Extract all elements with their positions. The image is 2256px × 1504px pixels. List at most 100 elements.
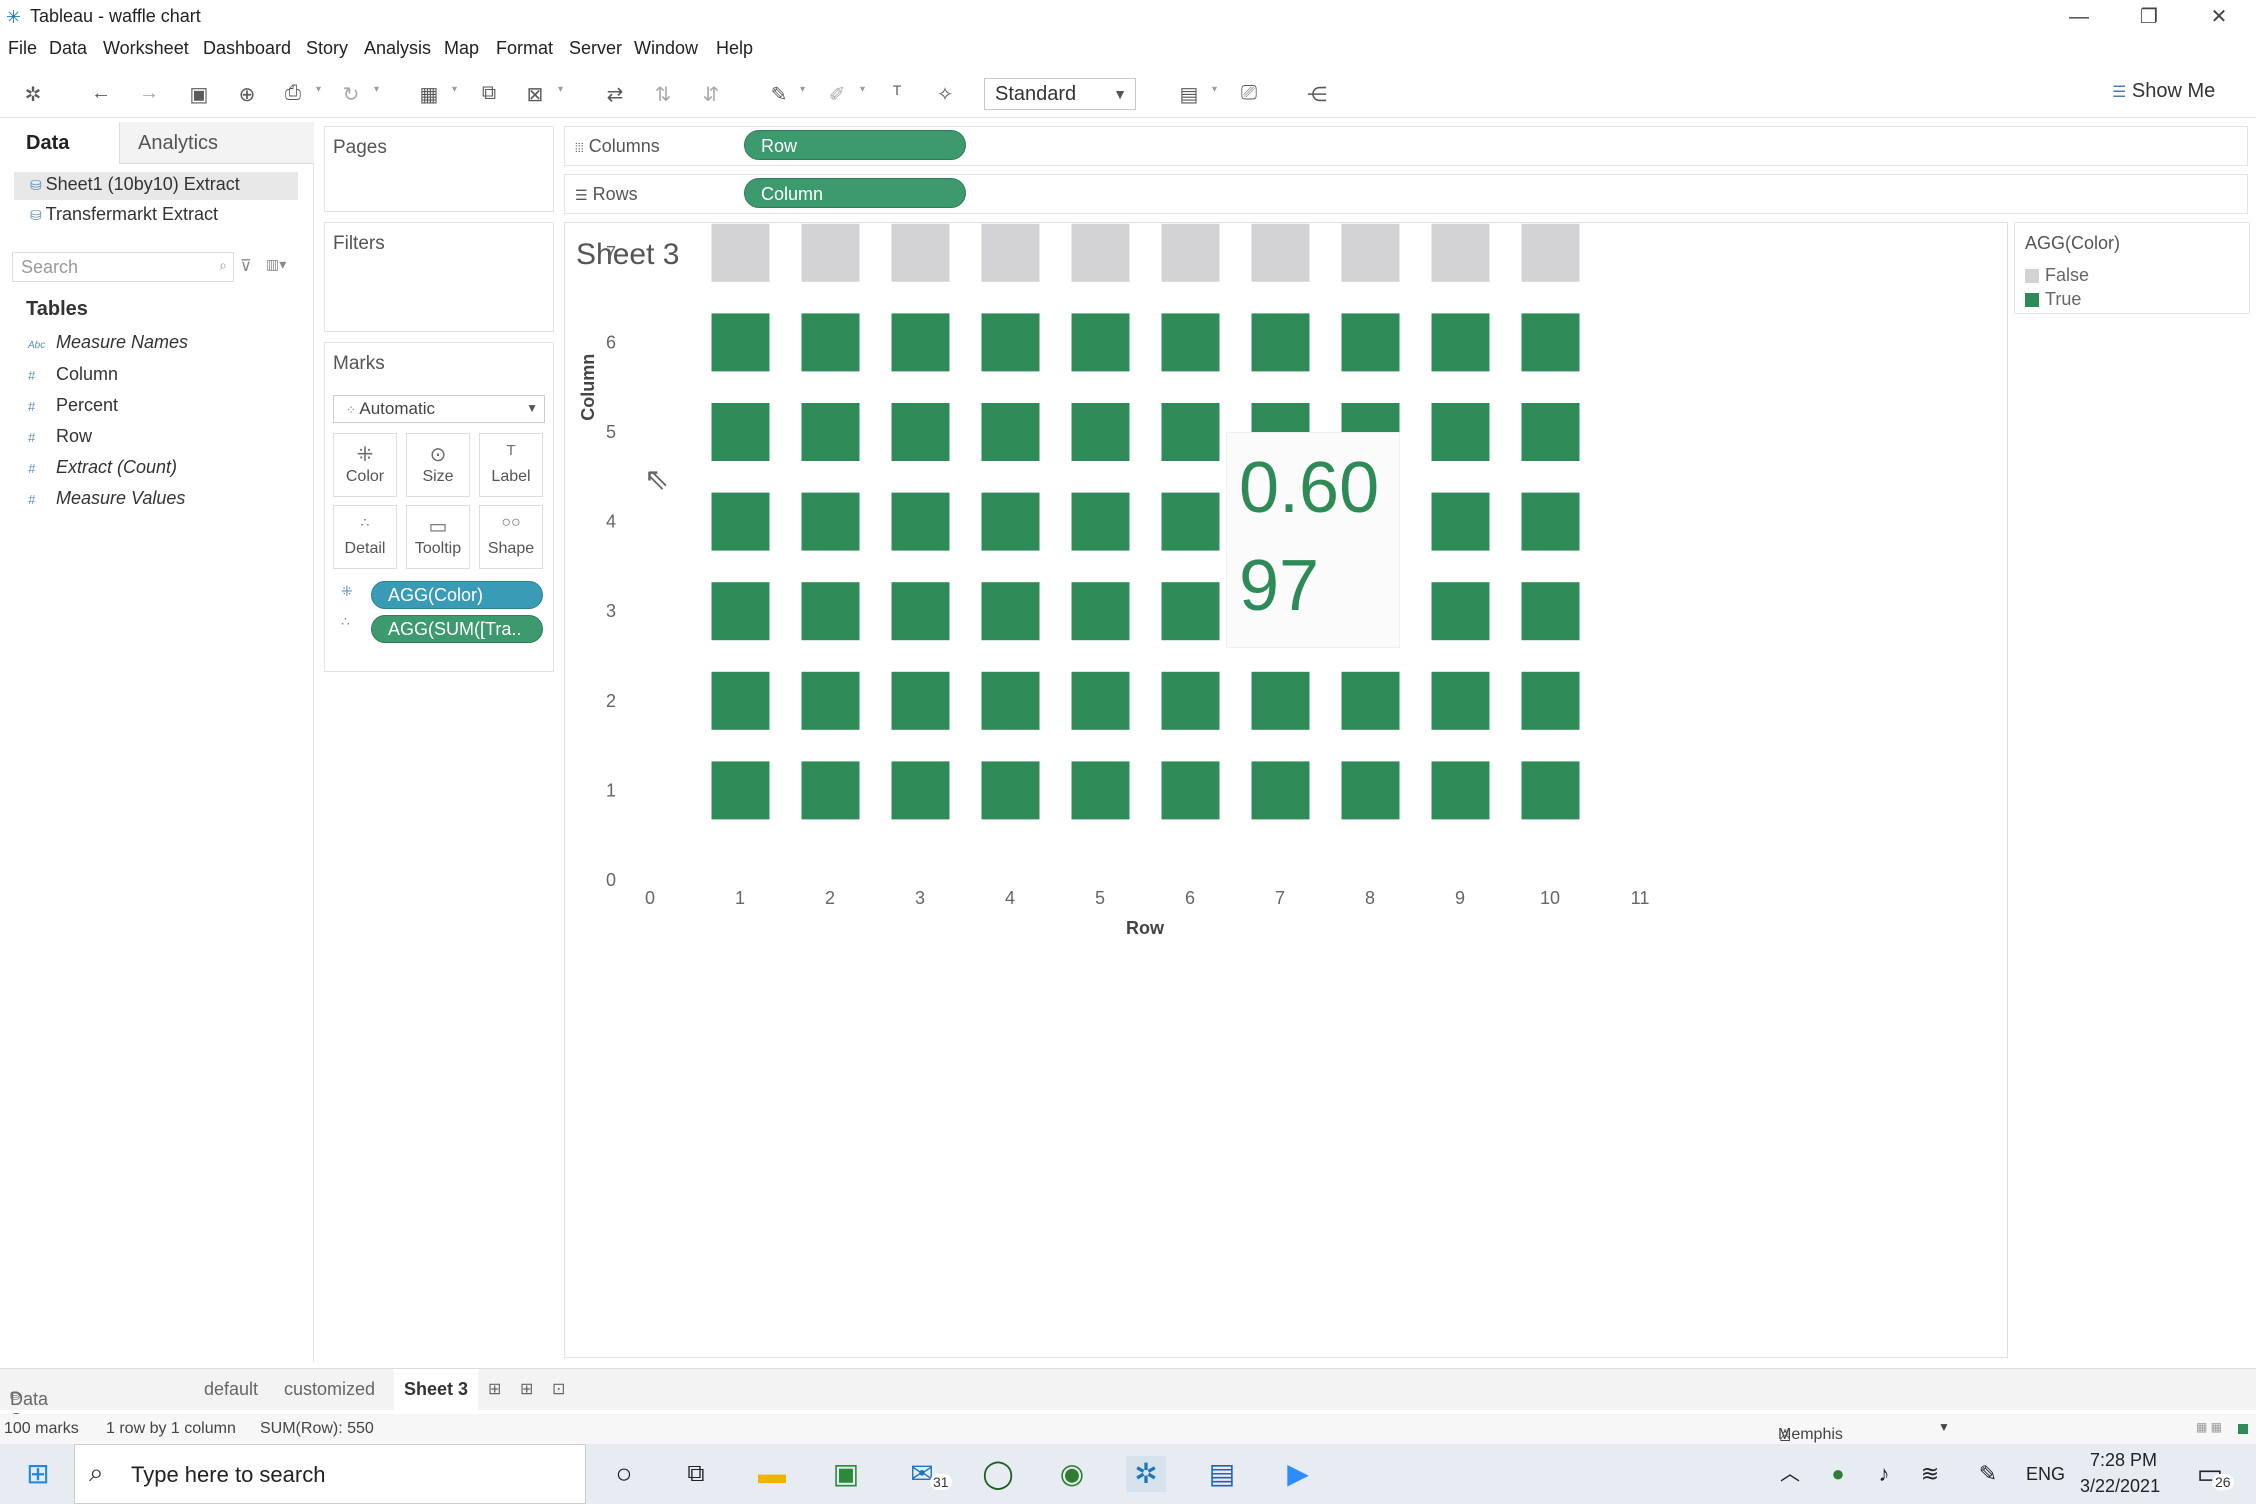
sort-asc-icon[interactable]: ⇅: [650, 82, 676, 107]
clear-sheet-icon[interactable]: ⊠: [522, 82, 548, 107]
menu-server[interactable]: Server: [569, 38, 622, 59]
waffle-cell-true[interactable]: [891, 761, 950, 820]
agg-sum-pill[interactable]: AGG(SUM([Tra..: [371, 615, 543, 643]
labels-icon[interactable]: T: [884, 82, 910, 98]
waffle-cell-true[interactable]: [981, 313, 1040, 372]
waffle-cell-true[interactable]: [1071, 671, 1130, 730]
waffle-cell-true[interactable]: [1071, 582, 1130, 641]
chrome-icon[interactable]: ◉: [1052, 1456, 1092, 1492]
field-percent[interactable]: # Percent: [28, 395, 118, 416]
field-measure-values[interactable]: # Measure Values: [28, 488, 185, 509]
zoom-icon[interactable]: ▶: [1278, 1456, 1318, 1492]
tab-customized[interactable]: customized: [284, 1379, 375, 1400]
waffle-cell-true[interactable]: [1431, 492, 1490, 551]
waffle-cell-true[interactable]: [1161, 492, 1220, 551]
redo-icon[interactable]: →: [136, 82, 162, 105]
tooltip-button[interactable]: ▭ Tooltip: [406, 505, 470, 569]
close-button[interactable]: ✕: [2184, 0, 2254, 34]
waffle-cell-true[interactable]: [1251, 761, 1310, 820]
waffle-cell-false[interactable]: [1071, 223, 1130, 282]
new-datasource-icon[interactable]: ⊕: [234, 82, 260, 107]
waffle-cell-true[interactable]: [801, 403, 860, 461]
waffle-cell-false[interactable]: [711, 223, 770, 282]
waffle-cell-true[interactable]: [981, 582, 1040, 641]
waffle-cell-false[interactable]: [891, 223, 950, 282]
waffle-cell-false[interactable]: [1341, 223, 1400, 282]
fit-dropdown[interactable]: Standard ▼: [984, 78, 1136, 110]
cards-icon[interactable]: ▤: [1176, 82, 1202, 107]
windows-start-icon[interactable]: ⊞: [18, 1456, 58, 1492]
filter-icon[interactable]: ⊽: [240, 256, 252, 276]
taskbar-search[interactable]: ⌕ Type here to search: [74, 1444, 586, 1504]
rows-pill-column[interactable]: Column: [744, 178, 966, 208]
waffle-cell-true[interactable]: [1071, 403, 1130, 461]
datasource-item[interactable]: ⛁ Transfermarkt Extract: [30, 204, 218, 225]
menu-analysis[interactable]: Analysis: [364, 38, 431, 59]
waffle-cell-false[interactable]: [1521, 223, 1580, 282]
waffle-cell-true[interactable]: [801, 761, 860, 820]
waffle-cell-true[interactable]: [711, 671, 770, 730]
waffle-cell-true[interactable]: [1341, 671, 1400, 730]
waffle-cell-true[interactable]: [1071, 313, 1130, 372]
waffle-cell-true[interactable]: [891, 582, 950, 641]
tableau-logo-icon[interactable]: ✲: [20, 82, 46, 107]
waffle-cell-true[interactable]: [801, 582, 860, 641]
waffle-cell-true[interactable]: [1161, 313, 1220, 372]
chevron-down-icon[interactable]: ▼: [1938, 1420, 1950, 1434]
waffle-cell-true[interactable]: [891, 313, 950, 372]
task-view-icon[interactable]: ⧉: [676, 1456, 716, 1492]
waffle-cell-true[interactable]: [1251, 313, 1310, 372]
field-column[interactable]: # Column: [28, 364, 118, 385]
waffle-cell-false[interactable]: [1161, 223, 1220, 282]
new-story-icon[interactable]: ⊡: [552, 1379, 565, 1399]
new-worksheet-icon[interactable]: ⊞: [488, 1379, 501, 1399]
cortana-icon[interactable]: ○: [604, 1456, 644, 1492]
legend-label-false[interactable]: False: [2045, 265, 2089, 286]
columns-pill-row[interactable]: Row: [744, 130, 966, 160]
waffle-cell-true[interactable]: [981, 403, 1040, 461]
waffle-cell-true[interactable]: [1431, 761, 1490, 820]
waffle-cell-true[interactable]: [1161, 403, 1220, 461]
new-worksheet-icon[interactable]: ▦: [416, 82, 442, 107]
waffle-cell-true[interactable]: [1161, 671, 1220, 730]
waffle-cell-true[interactable]: [1431, 403, 1490, 461]
menu-worksheet[interactable]: Worksheet: [103, 38, 189, 59]
field-extract-count[interactable]: # Extract (Count): [28, 457, 177, 478]
waffle-cell-true[interactable]: [711, 761, 770, 820]
new-dashboard-icon[interactable]: ⊞: [520, 1379, 533, 1399]
waffle-cell-true[interactable]: [1071, 492, 1130, 551]
menu-dashboard[interactable]: Dashboard: [203, 38, 291, 59]
menu-window[interactable]: Window: [634, 38, 698, 59]
refresh-icon[interactable]: ↻: [338, 82, 364, 107]
sort-desc-icon[interactable]: ⇵: [698, 82, 724, 107]
waffle-cell-true[interactable]: [1431, 671, 1490, 730]
show-me-button[interactable]: ☰ Show Me: [2112, 80, 2215, 103]
shape-button[interactable]: ○○ Shape: [479, 505, 543, 569]
waffle-cell-false[interactable]: [801, 223, 860, 282]
waffle-cell-false[interactable]: [981, 223, 1040, 282]
pin-icon[interactable]: ✧: [932, 82, 958, 107]
waffle-cell-false[interactable]: [1251, 223, 1310, 282]
clock-time[interactable]: 7:28 PM: [2090, 1450, 2157, 1471]
field-measure-names[interactable]: Abc Measure Names: [28, 332, 188, 353]
waffle-cell-true[interactable]: [1071, 761, 1130, 820]
filters-card[interactable]: Filters: [324, 222, 554, 332]
store-icon[interactable]: ▣: [826, 1456, 866, 1492]
file-explorer-icon[interactable]: ▬: [752, 1456, 792, 1492]
tab-sheet-3[interactable]: Sheet 3: [394, 1369, 479, 1411]
detail-button[interactable]: ∴ Detail: [333, 505, 397, 569]
menu-file[interactable]: File: [8, 38, 37, 59]
size-button[interactable]: ⊙ Size: [406, 433, 470, 497]
presentation-icon[interactable]: ⎚: [1236, 82, 1262, 105]
view-filmstrip-icon[interactable]: [2238, 1424, 2248, 1434]
clock-date[interactable]: 3/22/2021: [2080, 1476, 2160, 1497]
waffle-cell-true[interactable]: [711, 313, 770, 372]
waffle-cell-true[interactable]: [1341, 761, 1400, 820]
waffle-cell-true[interactable]: [891, 671, 950, 730]
menu-data[interactable]: Data: [49, 38, 87, 59]
waffle-cell-true[interactable]: [711, 582, 770, 641]
tab-data[interactable]: Data: [0, 122, 120, 164]
label-button[interactable]: T Label: [479, 433, 543, 497]
waffle-cell-true[interactable]: [1521, 582, 1580, 641]
pause-updates-icon[interactable]: ⎙: [280, 82, 306, 105]
